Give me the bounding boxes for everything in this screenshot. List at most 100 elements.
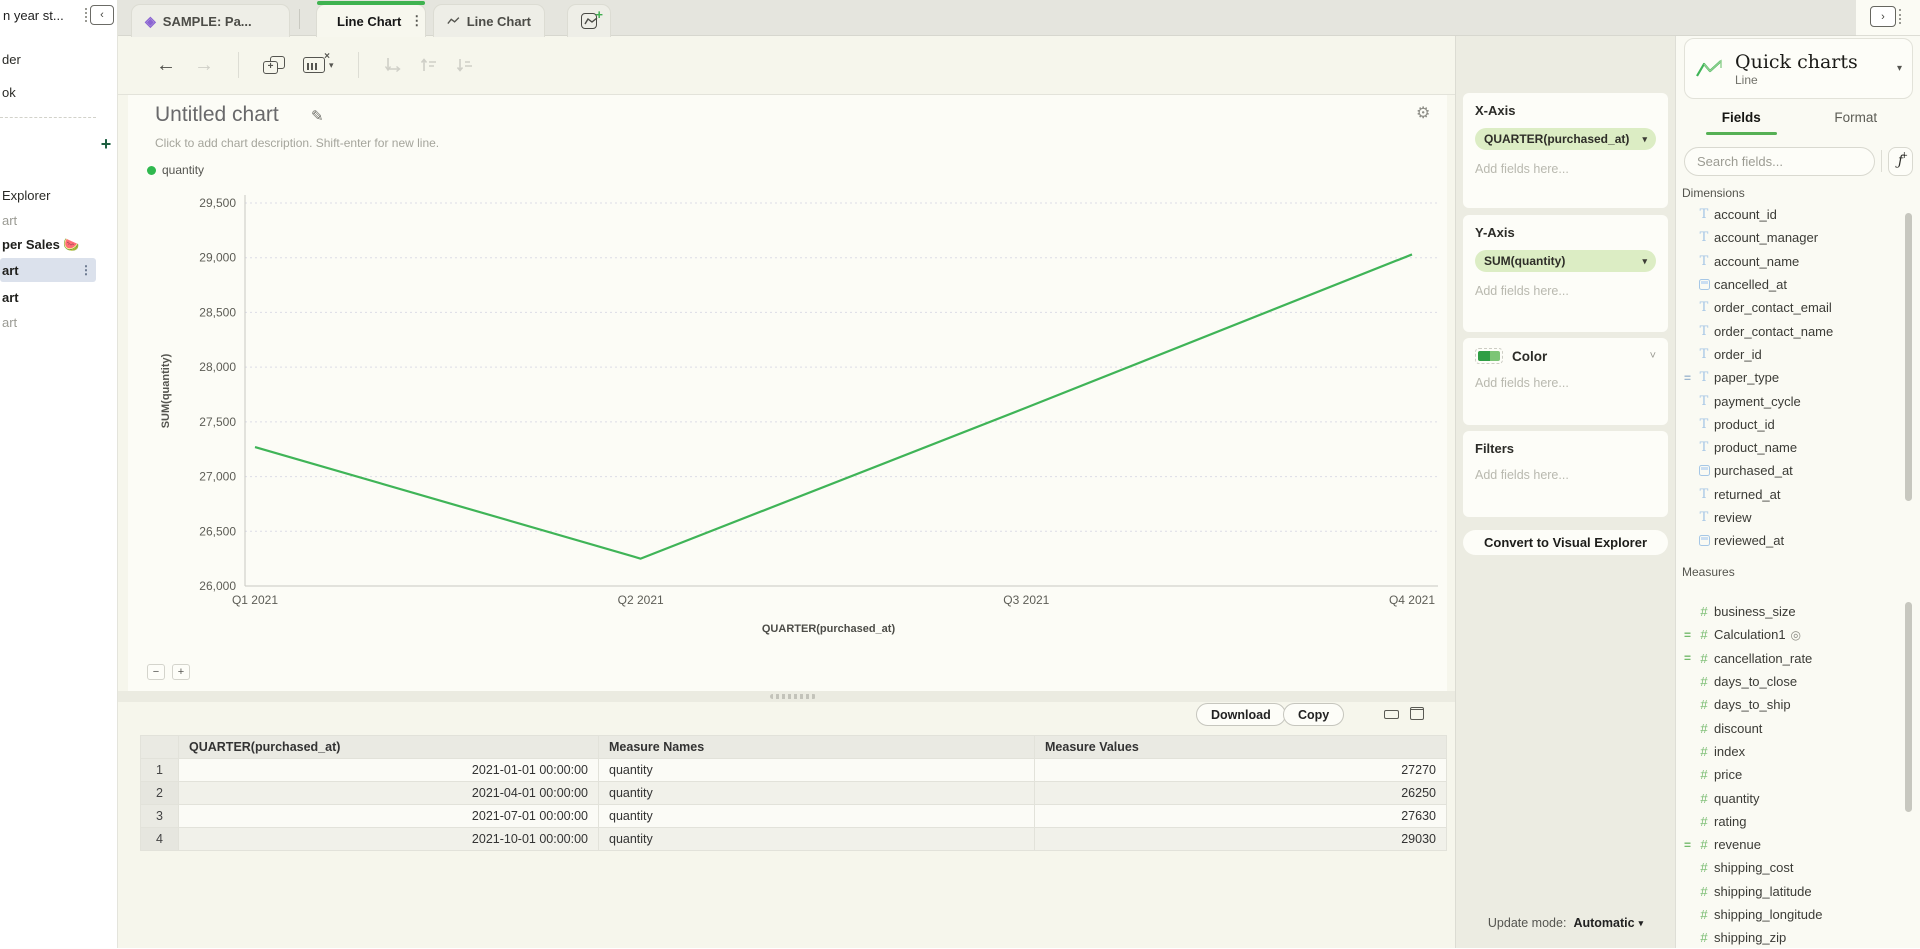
dimension-field-item[interactable]: Tproduct_name bbox=[1676, 436, 1920, 459]
field-label: payment_cycle bbox=[1714, 394, 1801, 409]
measure-field-item[interactable]: #shipping_cost bbox=[1676, 856, 1920, 879]
table-row[interactable]: 32021-07-01 00:00:00quantity27630 bbox=[141, 805, 1447, 828]
table-row[interactable]: 12021-01-01 00:00:00quantity27270 bbox=[141, 759, 1447, 782]
edit-title-pencil-icon[interactable]: ✎ bbox=[311, 107, 324, 125]
zoom-in-button[interactable]: + bbox=[172, 664, 190, 680]
y-axis-field-label: SUM(quantity) bbox=[1484, 254, 1565, 268]
quick-charts-subtitle: Line bbox=[1735, 73, 1858, 87]
swap-axes-button[interactable] bbox=[383, 57, 401, 73]
dimension-field-item[interactable]: Treview bbox=[1676, 506, 1920, 529]
kebab-menu-icon[interactable]: ⋮ bbox=[80, 263, 92, 277]
measure-field-item[interactable]: #shipping_zip bbox=[1676, 926, 1920, 949]
dimension-field-item[interactable]: reviewed_at bbox=[1676, 529, 1920, 552]
series-line-quantity[interactable] bbox=[255, 254, 1412, 558]
tab-fields[interactable]: Fields bbox=[1684, 104, 1799, 135]
color-add-fields-dropzone[interactable]: Add fields here... bbox=[1475, 376, 1656, 390]
dimension-field-item[interactable]: Treturned_at bbox=[1676, 483, 1920, 506]
line-chart-plot[interactable]: 29,50029,00028,50028,00027,50027,00026,5… bbox=[128, 160, 1447, 630]
sidebar-collapse-button[interactable]: ‹ bbox=[90, 5, 114, 25]
sidebar-item[interactable]: art bbox=[0, 310, 96, 334]
dimension-field-item[interactable]: Tpayment_cycle bbox=[1676, 389, 1920, 412]
measure-field-item[interactable]: #rating bbox=[1676, 810, 1920, 833]
duplicate-chart-button[interactable]: + bbox=[263, 56, 285, 74]
convert-to-visual-explorer-button[interactable]: Convert to Visual Explorer bbox=[1463, 530, 1668, 555]
tab-line-chart-2[interactable]: Line Chart bbox=[433, 4, 545, 37]
chart-title[interactable]: Untitled chart bbox=[155, 103, 279, 127]
dimension-field-item[interactable]: =Tpaper_type bbox=[1676, 366, 1920, 389]
remove-chart-button[interactable]: × ▾ bbox=[303, 57, 334, 73]
tab-workbook[interactable]: ◈ SAMPLE: Pa... bbox=[131, 4, 290, 37]
x-axis-field-pill[interactable]: QUARTER(purchased_at) ▾ bbox=[1475, 128, 1656, 150]
sort-descending-button[interactable] bbox=[455, 57, 473, 73]
chart-description-placeholder[interactable]: Click to add chart description. Shift-en… bbox=[155, 136, 439, 150]
y-axis-field-pill[interactable]: SUM(quantity) ▾ bbox=[1475, 250, 1656, 272]
dimension-field-item[interactable]: Torder_contact_email bbox=[1676, 296, 1920, 319]
sidebar-item[interactable]: per Sales 🍉 bbox=[0, 233, 96, 257]
sidebar-item[interactable]: art bbox=[0, 285, 96, 309]
y-axis-add-fields-dropzone[interactable]: Add fields here... bbox=[1475, 284, 1656, 298]
sidebar-item[interactable]: ok bbox=[0, 80, 96, 104]
maximize-results-icon[interactable] bbox=[1410, 707, 1424, 720]
sidebar-item[interactable]: Explorer bbox=[0, 183, 96, 207]
measure-field-item[interactable]: #days_to_close bbox=[1676, 670, 1920, 693]
dimension-field-item[interactable]: Torder_id bbox=[1676, 343, 1920, 366]
measures-scrollbar[interactable] bbox=[1905, 602, 1912, 812]
measure-field-item[interactable]: #shipping_longitude bbox=[1676, 903, 1920, 926]
measure-field-item[interactable]: #days_to_ship bbox=[1676, 693, 1920, 716]
tab-line-chart-active[interactable]: Line Chart ⋮ bbox=[316, 4, 426, 37]
zoom-out-button[interactable]: − bbox=[147, 664, 165, 680]
measure-field-item[interactable]: #index bbox=[1676, 740, 1920, 763]
dimension-field-item[interactable]: Taccount_manager bbox=[1676, 226, 1920, 249]
chart-toolbar: ← → + × ▾ bbox=[118, 36, 1455, 95]
field-search-box[interactable] bbox=[1684, 147, 1875, 176]
dimensions-scrollbar[interactable] bbox=[1905, 213, 1912, 501]
sort-ascending-button[interactable] bbox=[419, 57, 437, 73]
add-calculation-button[interactable]: ƒ+ bbox=[1888, 147, 1913, 176]
dimension-field-item[interactable]: Tproduct_id bbox=[1676, 413, 1920, 436]
measure-field-item[interactable]: #shipping_latitude bbox=[1676, 880, 1920, 903]
measure-field-item[interactable]: #discount bbox=[1676, 716, 1920, 739]
panel-expand-button[interactable]: › bbox=[1870, 6, 1896, 27]
update-mode-select[interactable]: Automatic ▾ bbox=[1573, 916, 1643, 930]
measure-field-item[interactable]: =#cancellation_rate bbox=[1676, 647, 1920, 670]
dimension-field-item[interactable]: purchased_at bbox=[1676, 459, 1920, 482]
sidebar-item[interactable]: der bbox=[0, 47, 96, 71]
measure-field-item[interactable]: =#Calculation1◎ bbox=[1676, 623, 1920, 646]
fields-panel: Quick charts Line ▾ Fields Format ƒ+ Dim… bbox=[1675, 0, 1920, 948]
dimension-field-item[interactable]: cancelled_at bbox=[1676, 273, 1920, 296]
new-chart-tab-button[interactable]: + bbox=[567, 4, 611, 37]
measure-field-item[interactable]: =#revenue bbox=[1676, 833, 1920, 856]
quick-charts-selector[interactable]: Quick charts Line ▾ bbox=[1684, 38, 1913, 99]
tab-kebab-icon[interactable]: ⋮ bbox=[410, 13, 423, 29]
measure-field-item[interactable]: #quantity bbox=[1676, 786, 1920, 809]
download-button[interactable]: Download bbox=[1196, 703, 1286, 726]
table-cell: 26250 bbox=[1035, 782, 1447, 805]
tab-format[interactable]: Format bbox=[1799, 104, 1914, 135]
dimension-field-item[interactable]: Taccount_id bbox=[1676, 203, 1920, 226]
x-axis-add-fields-dropzone[interactable]: Add fields here... bbox=[1475, 162, 1656, 176]
dimension-field-item[interactable]: Torder_contact_name bbox=[1676, 319, 1920, 342]
tab-label: Line Chart bbox=[467, 14, 531, 29]
field-label: shipping_cost bbox=[1714, 860, 1794, 875]
chart-settings-gear-icon[interactable]: ⚙ bbox=[1416, 103, 1430, 123]
minimize-results-icon[interactable] bbox=[1384, 710, 1399, 719]
filters-add-fields-dropzone[interactable]: Add fields here... bbox=[1475, 468, 1656, 482]
search-fields-input[interactable] bbox=[1697, 154, 1873, 169]
measure-field-item[interactable]: #price bbox=[1676, 763, 1920, 786]
add-chart-button[interactable]: + bbox=[96, 134, 116, 154]
update-mode-label: Update mode: bbox=[1488, 916, 1567, 930]
dimension-field-item[interactable]: Taccount_name bbox=[1676, 250, 1920, 273]
field-label: discount bbox=[1714, 721, 1762, 736]
splitter-drag-handle[interactable] bbox=[770, 694, 816, 699]
color-card-header[interactable]: Color ˅ bbox=[1475, 348, 1656, 364]
measure-field-item[interactable]: #business_size bbox=[1676, 600, 1920, 623]
table-row[interactable]: 22021-04-01 00:00:00quantity26250 bbox=[141, 782, 1447, 805]
sidebar-item[interactable]: art⋮ bbox=[0, 258, 96, 282]
sidebar-item[interactable]: art bbox=[0, 208, 96, 232]
undo-button[interactable]: ← bbox=[156, 54, 176, 77]
y-tick-label: 28,500 bbox=[199, 305, 236, 319]
table-cell: 2 bbox=[141, 782, 179, 805]
table-row[interactable]: 42021-10-01 00:00:00quantity29030 bbox=[141, 828, 1447, 851]
copy-button[interactable]: Copy bbox=[1283, 703, 1344, 726]
redo-button[interactable]: → bbox=[194, 54, 214, 77]
